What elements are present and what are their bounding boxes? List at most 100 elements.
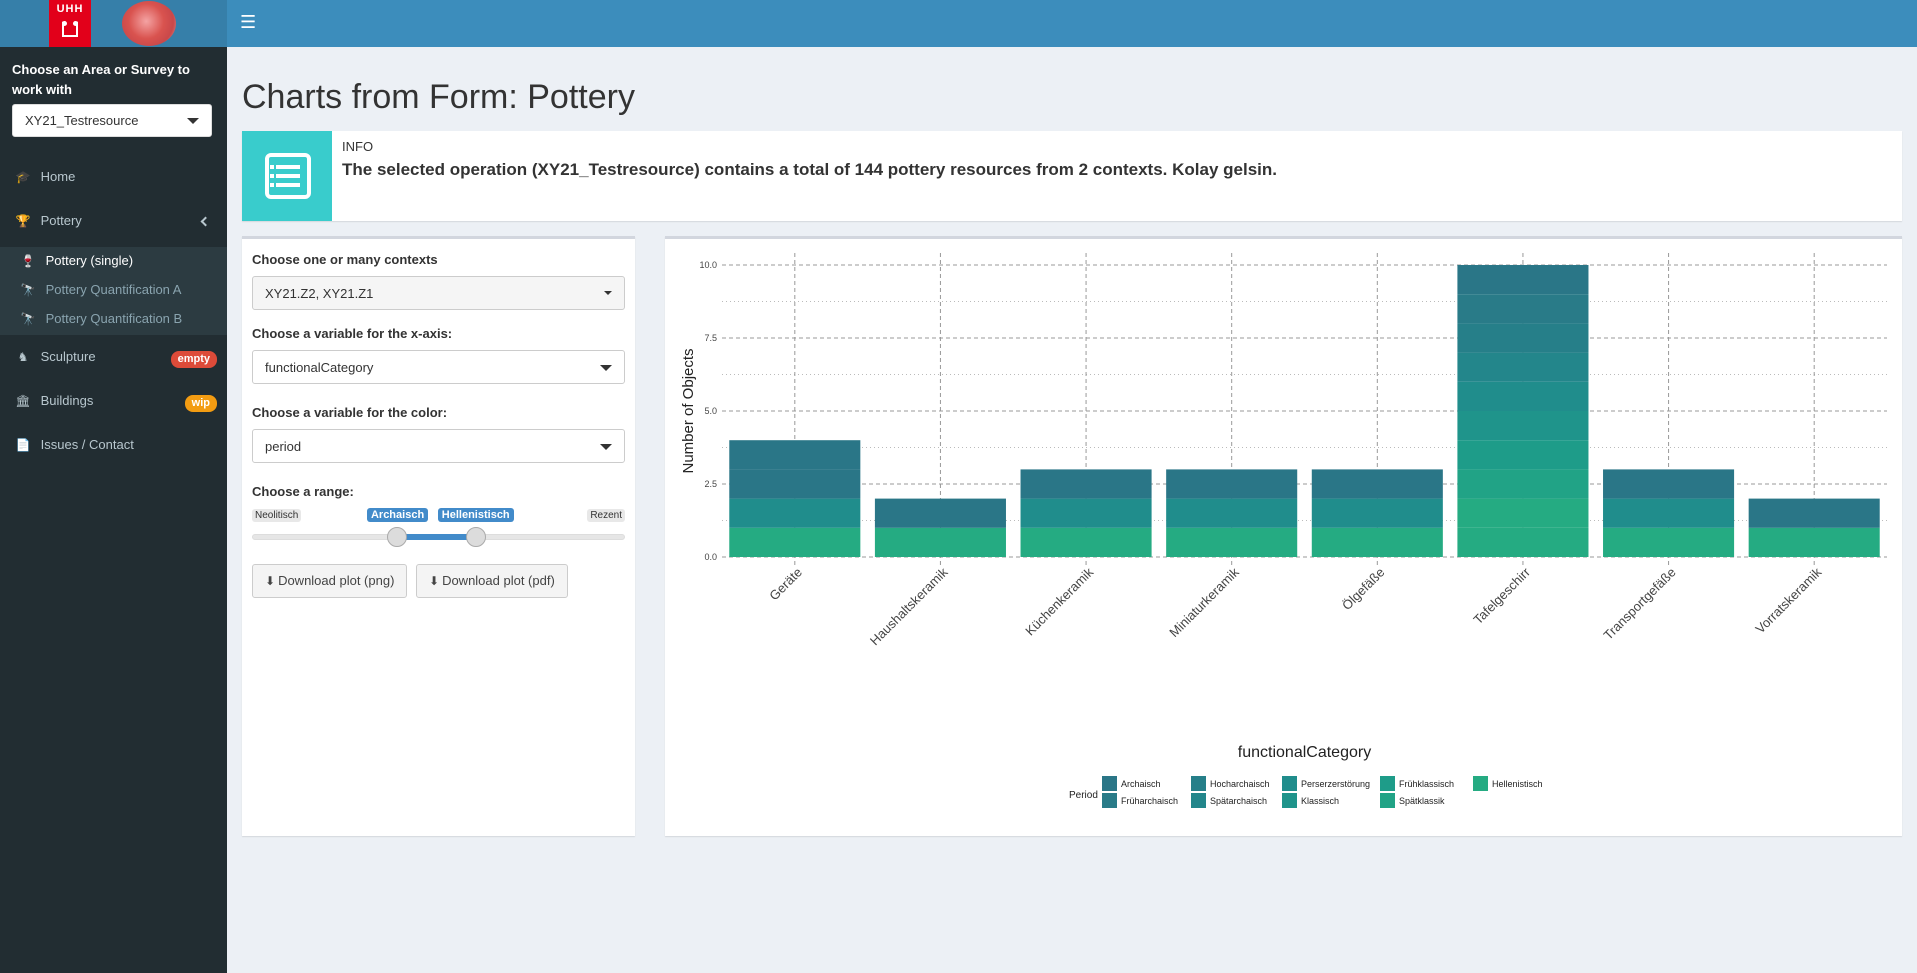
- bar-segment: [1603, 469, 1735, 499]
- bar-segment: [1457, 323, 1589, 353]
- bar-segment: [729, 527, 861, 557]
- bar-segment: [1166, 469, 1298, 499]
- sidebar-item-label: Home: [40, 169, 76, 184]
- legend-swatch: [1102, 776, 1117, 791]
- legend-label: Frühklassisch: [1399, 779, 1454, 789]
- download-icon: ⬇: [429, 574, 440, 588]
- y-tick-label: 5.0: [704, 406, 717, 416]
- x-axis-title: functionalCategory: [1238, 744, 1371, 761]
- survey-select[interactable]: XY21_Testresource: [12, 104, 212, 137]
- download-pdf-label: Download plot (pdf): [442, 573, 555, 588]
- sidebar-title: Choose an Area or Survey to work with: [12, 62, 190, 97]
- legend-label: Früharchaisch: [1121, 796, 1178, 806]
- x-tick-label: Transportgefäße: [1600, 565, 1678, 643]
- pottery-submenu: 🍷 Pottery (single) 🔭 Pottery Quantificat…: [0, 247, 227, 335]
- info-text: The selected operation (XY21_Testresourc…: [342, 160, 1277, 179]
- sidebar-item-pottery-quant-b[interactable]: 🔭 Pottery Quantification B: [0, 305, 227, 334]
- x-axis-select[interactable]: functionalCategory: [252, 350, 625, 384]
- legend-swatch: [1191, 776, 1206, 791]
- building-icon: 🏛: [15, 394, 31, 408]
- range-max-label: Rezent: [587, 509, 625, 522]
- bar-segment: [1457, 352, 1589, 382]
- bar-segment: [1457, 294, 1589, 324]
- color-select[interactable]: period: [252, 429, 625, 463]
- x-tick-label: Geräte: [766, 565, 805, 604]
- legend-swatch: [1380, 776, 1395, 791]
- wine-glass-icon: 🍷: [20, 254, 36, 268]
- legend-label: Hocharchaisch: [1210, 779, 1270, 789]
- bar-segment: [729, 440, 861, 470]
- bar-segment: [1457, 411, 1589, 441]
- bar-segment: [1603, 498, 1735, 528]
- logo-area: UHH: [0, 0, 227, 47]
- bar-segment: [729, 498, 861, 528]
- castle-icon: [62, 21, 78, 37]
- sidebar-item-pottery[interactable]: 🏆 Pottery: [0, 201, 227, 245]
- sidebar-item-home[interactable]: 🎓 Home: [0, 157, 227, 201]
- range-from-label: Archaisch: [366, 508, 429, 522]
- x-tick-label: Ölgefäße: [1339, 565, 1387, 613]
- bar-segment: [874, 498, 1006, 528]
- sidebar-item-buildings[interactable]: 🏛 Buildings wip: [0, 381, 227, 425]
- range-to-label: Hellenistisch: [437, 508, 514, 522]
- legend-label: Perserzerstörung: [1301, 779, 1370, 789]
- caret-down-icon: [600, 444, 612, 450]
- bar-segment: [1311, 527, 1443, 557]
- bar-segment: [1603, 527, 1735, 557]
- bar-segment: [1748, 498, 1880, 528]
- caret-down-icon: [187, 118, 199, 124]
- download-png-label: Download plot (png): [278, 573, 395, 588]
- range-label: Choose a range:: [252, 484, 354, 499]
- x-tick-label: Haushaltskeramik: [867, 564, 951, 648]
- bar-segment: [1020, 469, 1152, 499]
- sidebar-item-sculpture[interactable]: ♞ Sculpture empty: [0, 337, 227, 381]
- x-tick-label: Miniaturkeramik: [1166, 564, 1242, 640]
- sidebar-subitem-label: Pottery Quantification B: [45, 311, 183, 326]
- legend-label: Archaisch: [1121, 779, 1161, 789]
- y-tick-label: 7.5: [704, 333, 717, 343]
- range-handle-to[interactable]: [465, 527, 486, 547]
- range-handle-from[interactable]: [387, 527, 408, 547]
- caret-down-icon: [604, 291, 612, 295]
- sidebar-item-pottery-single[interactable]: 🍷 Pottery (single): [0, 247, 227, 276]
- sidebar-item-label: Issues / Contact: [40, 437, 134, 452]
- sidebar-item-pottery-quant-a[interactable]: 🔭 Pottery Quantification A: [0, 276, 227, 305]
- x-tick-label: Küchenkeramik: [1022, 564, 1096, 638]
- color-value: period: [265, 439, 302, 454]
- contexts-select[interactable]: XY21.Z2, XY21.Z1: [252, 276, 625, 310]
- status-badge: wip: [184, 395, 217, 412]
- sidebar-subitem-label: Pottery Quantification A: [45, 282, 182, 297]
- y-tick-label: 0.0: [704, 552, 717, 562]
- bar-segment: [1166, 498, 1298, 528]
- x-axis-label: Choose a variable for the x-axis:: [252, 326, 453, 341]
- legend-label: Hellenistisch: [1492, 779, 1543, 789]
- legend-swatch: [1473, 776, 1488, 791]
- file-text-icon: 📄: [15, 438, 31, 452]
- chart-box: 0.0 2.5 5.0 7.5 10.0 Geräte Haushaltskeramik Kü…: [665, 236, 1902, 836]
- download-png-button[interactable]: ⬇ Download plot (png): [252, 564, 408, 598]
- legend-label: Spätklassik: [1399, 796, 1445, 806]
- sidebar: Choose an Area or Survey to work with XY…: [0, 47, 227, 973]
- legend-swatch: [1102, 793, 1117, 808]
- y-axis-title: Number of Objects: [680, 348, 697, 473]
- legend-swatch: [1191, 793, 1206, 808]
- bar-segment: [1020, 498, 1152, 528]
- sidebar-item-label: Sculpture: [40, 349, 96, 364]
- hamburger-icon[interactable]: ☰: [240, 12, 256, 33]
- sidebar-item-label: Pottery: [40, 213, 82, 228]
- bar-segment: [1748, 527, 1880, 557]
- bar-segment: [1457, 527, 1589, 557]
- caret-down-icon: [600, 365, 612, 371]
- sidebar-item-issues[interactable]: 📄 Issues / Contact: [0, 425, 227, 469]
- range-min-label: Neolitisch: [252, 509, 302, 522]
- project-logo: [122, 1, 176, 46]
- bar-segment: [1020, 527, 1152, 557]
- list-alt-icon: [242, 131, 332, 221]
- binoculars-icon: 🔭: [20, 283, 36, 297]
- legend-swatch: [1282, 793, 1297, 808]
- bar-segment: [1457, 440, 1589, 470]
- controls-box: Choose one or many contexts XY21.Z2, XY2…: [242, 236, 635, 836]
- download-pdf-button[interactable]: ⬇ Download plot (pdf): [416, 564, 568, 598]
- bar-segment: [1166, 527, 1298, 557]
- bar-segment: [1457, 469, 1589, 499]
